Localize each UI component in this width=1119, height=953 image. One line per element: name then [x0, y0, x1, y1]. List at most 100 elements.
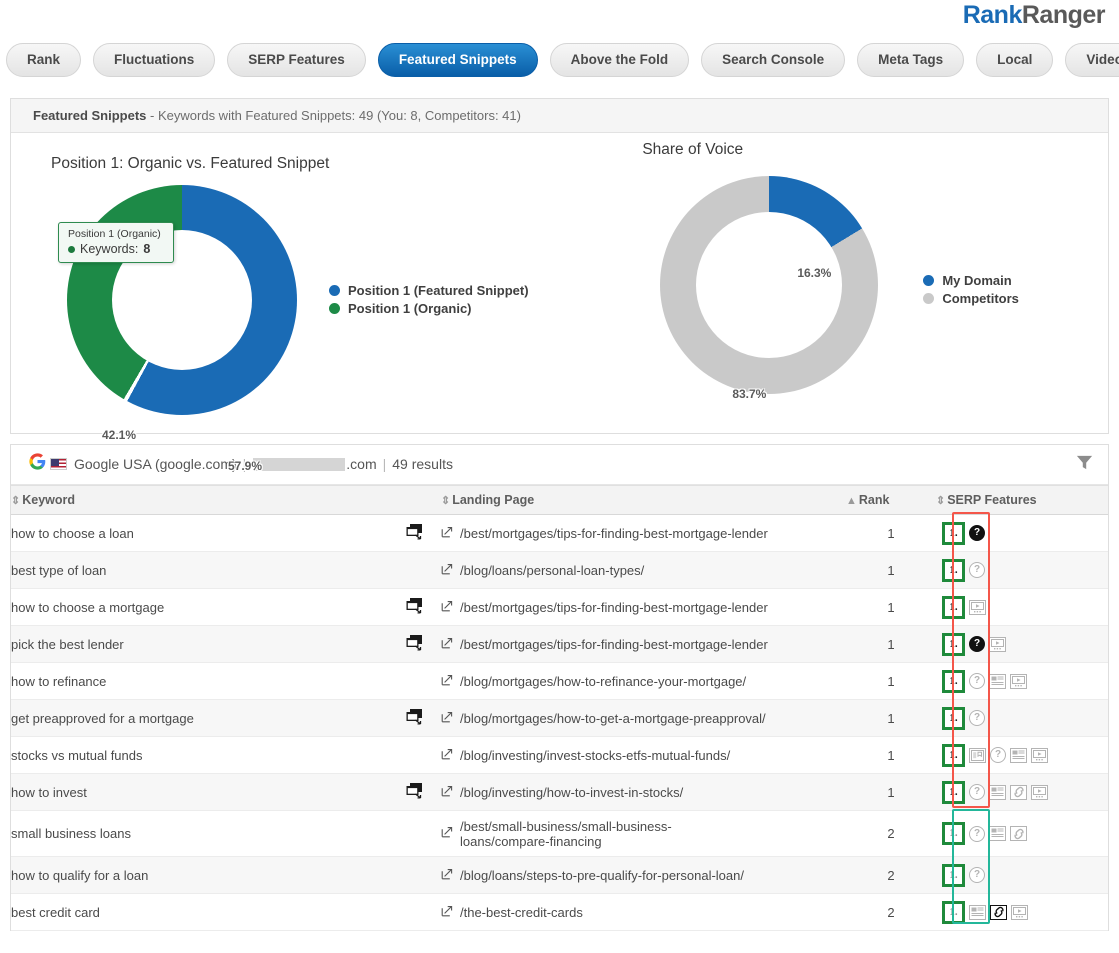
external-link-icon[interactable]	[441, 905, 453, 920]
question-icon[interactable]: ?	[969, 710, 985, 726]
tab-local[interactable]: Local	[976, 43, 1053, 77]
featured-snippet-icon[interactable]: 1.	[942, 522, 965, 545]
external-link-icon[interactable]	[441, 868, 453, 883]
cell-landing-page[interactable]: /blog/investing/invest-stocks-etfs-mutua…	[441, 737, 846, 774]
cell-keyword[interactable]: best credit card	[11, 894, 441, 931]
sitelinks-icon[interactable]	[1010, 826, 1027, 841]
table-row[interactable]: how to choose a mortgage/best/mortgages/…	[11, 589, 1108, 626]
external-link-icon[interactable]	[441, 600, 453, 615]
cell-keyword[interactable]: how to refinance	[11, 663, 441, 700]
cell-landing-page[interactable]: /best/mortgages/tips-for-finding-best-mo…	[441, 589, 846, 626]
news-icon[interactable]	[969, 905, 986, 920]
tab-rank[interactable]: Rank	[6, 43, 81, 77]
organic-vs-snippet-legend-item[interactable]: Position 1 (Organic)	[329, 301, 529, 316]
cell-keyword[interactable]: how to qualify for a loan	[11, 857, 441, 894]
table-row[interactable]: best credit card/the-best-credit-cards21…	[11, 894, 1108, 931]
cell-keyword[interactable]: get preapproved for a mortgage	[11, 700, 441, 737]
column-header-landing-page[interactable]: ⇕Landing Page	[441, 486, 846, 515]
video-icon[interactable]	[1031, 785, 1048, 800]
featured-snippet-icon[interactable]: 1.	[942, 596, 965, 619]
question-icon[interactable]: ?	[969, 826, 985, 842]
duplicate-windows-icon[interactable]	[406, 783, 423, 802]
table-row[interactable]: stocks vs mutual funds/blog/investing/in…	[11, 737, 1108, 774]
external-link-icon[interactable]	[441, 637, 453, 652]
table-row[interactable]: how to refinance/blog/mortgages/how-to-r…	[11, 663, 1108, 700]
tab-fluctuations[interactable]: Fluctuations	[93, 43, 215, 77]
tab-search-console[interactable]: Search Console	[701, 43, 845, 77]
tab-meta-tags[interactable]: Meta Tags	[857, 43, 964, 77]
featured-snippet-icon[interactable]: 1.	[942, 744, 965, 767]
duplicate-windows-icon[interactable]	[406, 635, 423, 654]
share-of-voice-legend-item[interactable]: Competitors	[923, 291, 1019, 306]
video-icon[interactable]	[969, 600, 986, 615]
organic-vs-snippet-legend-item[interactable]: Position 1 (Featured Snippet)	[329, 283, 529, 298]
cell-keyword[interactable]: stocks vs mutual funds	[11, 737, 441, 774]
featured-snippet-icon[interactable]: 1.	[942, 822, 965, 845]
featured-snippet-icon[interactable]: 1.	[942, 781, 965, 804]
video-icon[interactable]	[1010, 674, 1027, 689]
news-icon[interactable]	[1010, 748, 1027, 763]
column-header-rank[interactable]: ▲Rank	[846, 486, 936, 515]
organic-vs-snippet-donut[interactable]: 42.1% 57.9%	[67, 185, 297, 415]
featured-snippet-icon[interactable]: 1.	[942, 670, 965, 693]
featured-snippet-icon[interactable]: 1.	[942, 901, 965, 924]
external-link-icon[interactable]	[441, 563, 453, 578]
external-link-icon[interactable]	[441, 526, 453, 541]
question-icon[interactable]: ?	[969, 525, 985, 541]
question-icon[interactable]: ?	[990, 747, 1006, 763]
external-link-icon[interactable]	[441, 748, 453, 763]
external-link-icon[interactable]	[441, 785, 453, 800]
column-header-serp-features[interactable]: ⇕SERP Features	[936, 486, 1108, 515]
tab-featured-snippets[interactable]: Featured Snippets	[378, 43, 538, 77]
share-of-voice-legend-item[interactable]: My Domain	[923, 273, 1019, 288]
share-of-voice-donut[interactable]: 16.3% 83.7%	[660, 176, 878, 394]
tab-video[interactable]: Video	[1065, 43, 1119, 77]
table-row[interactable]: how to invest/blog/investing/how-to-inve…	[11, 774, 1108, 811]
question-icon[interactable]: ?	[969, 784, 985, 800]
tab-above-the-fold[interactable]: Above the Fold	[550, 43, 690, 77]
question-icon[interactable]: ?	[969, 562, 985, 578]
featured-snippet-icon[interactable]: 1.	[942, 707, 965, 730]
cell-keyword[interactable]: how to choose a loan	[11, 515, 441, 552]
cell-landing-page[interactable]: /the-best-credit-cards	[441, 894, 846, 931]
table-row[interactable]: how to qualify for a loan/blog/loans/ste…	[11, 857, 1108, 894]
table-row[interactable]: pick the best lender/best/mortgages/tips…	[11, 626, 1108, 663]
table-row[interactable]: get preapproved for a mortgage/blog/mort…	[11, 700, 1108, 737]
external-link-icon[interactable]	[441, 711, 453, 726]
video-icon[interactable]	[1011, 905, 1028, 920]
external-link-icon[interactable]	[441, 674, 453, 689]
cell-keyword[interactable]: how to choose a mortgage	[11, 589, 441, 626]
cell-landing-page[interactable]: /blog/investing/how-to-invest-in-stocks/	[441, 774, 846, 811]
cell-landing-page[interactable]: /best/small-business/small-business-loan…	[441, 811, 846, 857]
column-header-keyword[interactable]: ⇕Keyword	[11, 486, 441, 515]
question-icon[interactable]: ?	[969, 673, 985, 689]
table-row[interactable]: best type of loan/blog/loans/personal-lo…	[11, 552, 1108, 589]
cell-keyword[interactable]: how to invest	[11, 774, 441, 811]
cell-keyword[interactable]: best type of loan	[11, 552, 441, 589]
table-row[interactable]: how to choose a loan/best/mortgages/tips…	[11, 515, 1108, 552]
external-link-icon[interactable]	[441, 826, 453, 841]
cell-landing-page[interactable]: /best/mortgages/tips-for-finding-best-mo…	[441, 626, 846, 663]
filter-funnel-icon[interactable]	[1075, 453, 1094, 475]
tab-serp-features[interactable]: SERP Features	[227, 43, 366, 77]
sitelinks-icon[interactable]	[990, 905, 1007, 920]
cell-landing-page[interactable]: /blog/loans/steps-to-pre-qualify-for-per…	[441, 857, 846, 894]
news-icon[interactable]	[989, 826, 1006, 841]
featured-snippet-icon[interactable]: 1.	[942, 559, 965, 582]
news-icon[interactable]	[989, 674, 1006, 689]
featured-snippet-icon[interactable]: 1.	[942, 633, 965, 656]
cell-landing-page[interactable]: /best/mortgages/tips-for-finding-best-mo…	[441, 515, 846, 552]
cell-landing-page[interactable]: /blog/mortgages/how-to-refinance-your-mo…	[441, 663, 846, 700]
sitelinks-icon[interactable]	[1010, 785, 1027, 800]
duplicate-windows-icon[interactable]	[406, 598, 423, 617]
shopping-icon[interactable]	[969, 748, 986, 763]
duplicate-windows-icon[interactable]	[406, 709, 423, 728]
cell-keyword[interactable]: small business loans	[11, 811, 441, 857]
duplicate-windows-icon[interactable]	[406, 524, 423, 543]
featured-snippet-icon[interactable]: 1.	[942, 864, 965, 887]
cell-landing-page[interactable]: /blog/mortgages/how-to-get-a-mortgage-pr…	[441, 700, 846, 737]
question-icon[interactable]: ?	[969, 867, 985, 883]
table-row[interactable]: small business loans/best/small-business…	[11, 811, 1108, 857]
cell-landing-page[interactable]: /blog/loans/personal-loan-types/	[441, 552, 846, 589]
question-icon[interactable]: ?	[969, 636, 985, 652]
